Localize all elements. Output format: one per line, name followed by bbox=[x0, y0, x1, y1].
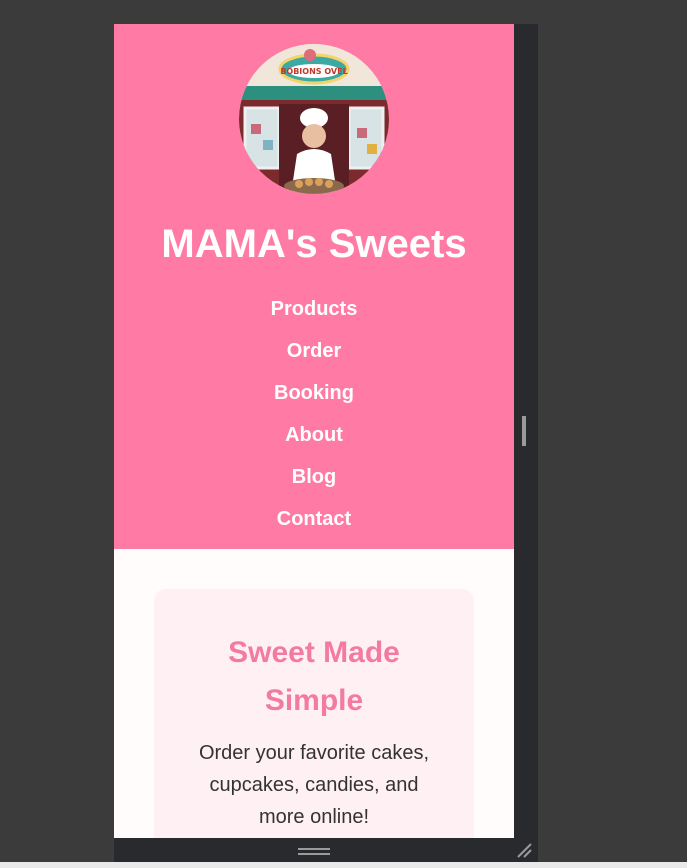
vertical-resize-bar[interactable] bbox=[514, 24, 538, 838]
hero-card: Sweet Made Simple Order your favorite ca… bbox=[154, 589, 474, 838]
nav-link-products[interactable]: Products bbox=[114, 288, 514, 330]
main-nav: Products Order Booking About Blog Contac… bbox=[114, 288, 514, 540]
nav-link-order[interactable]: Order bbox=[114, 330, 514, 372]
site-header: BOBIONS OVEL MAMA's Sweets Products Orde… bbox=[114, 24, 514, 549]
vertical-resize-handle[interactable] bbox=[522, 416, 526, 446]
hero-text: Order your favorite cakes, cupcakes, can… bbox=[198, 742, 430, 828]
horizontal-resize-handle[interactable] bbox=[298, 848, 330, 855]
nav-link-booking[interactable]: Booking bbox=[114, 372, 514, 414]
bottom-strip bbox=[0, 862, 687, 868]
nav-link-about[interactable]: About bbox=[114, 414, 514, 456]
nav-link-blog[interactable]: Blog bbox=[114, 456, 514, 498]
site-title: MAMA's Sweets bbox=[161, 222, 467, 266]
resize-corner-icon[interactable] bbox=[516, 842, 532, 858]
horizontal-resize-bar[interactable] bbox=[114, 838, 538, 862]
hero-title: Sweet Made Simple bbox=[228, 636, 400, 717]
nav-link-contact[interactable]: Contact bbox=[114, 498, 514, 540]
svg-text:BOBIONS OVEL: BOBIONS OVEL bbox=[280, 67, 347, 76]
page-viewport: BOBIONS OVEL MAMA's Sweets Products Orde… bbox=[114, 24, 514, 838]
logo[interactable]: BOBIONS OVEL bbox=[239, 44, 389, 194]
bakery-storefront-photo: BOBIONS OVEL bbox=[239, 44, 389, 194]
